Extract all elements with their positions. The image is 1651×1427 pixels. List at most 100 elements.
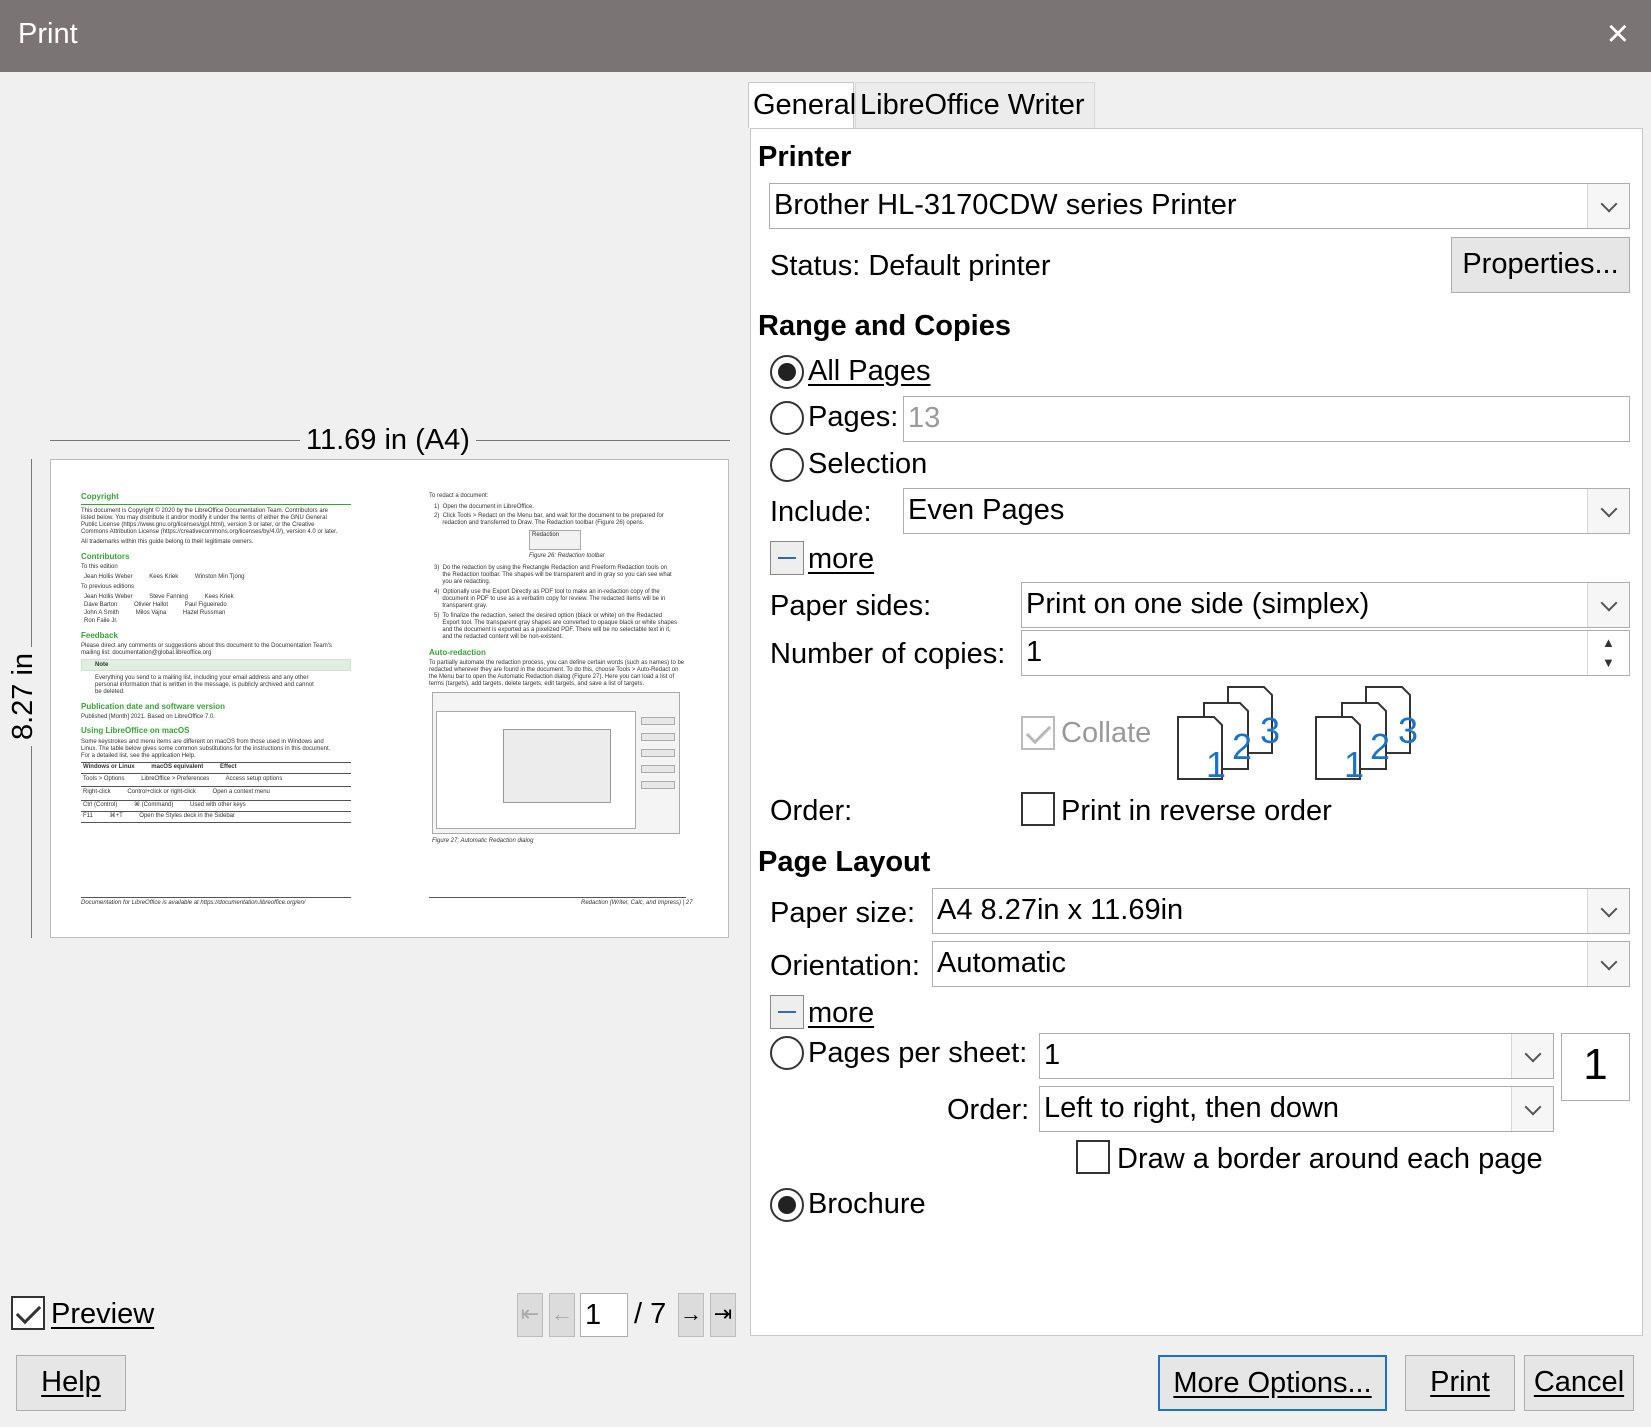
preview-text: Jean Hollis Weber Steve Fanning Kees Kri… xyxy=(84,594,234,600)
print-button[interactable]: Print xyxy=(1405,1355,1515,1411)
reverse-order-checkbox[interactable] xyxy=(1021,792,1055,826)
pages-per-sheet-label[interactable]: Pages per sheet: xyxy=(808,1037,1027,1070)
copies-spin-buttons[interactable]: ▲ ▼ xyxy=(1587,631,1629,675)
dialog-button-image xyxy=(641,781,675,789)
preview-text: and the redacted content will be non-exi… xyxy=(434,634,564,640)
paper-size-select[interactable]: A4 8.27in x 11.69in xyxy=(932,888,1630,934)
more-options-button[interactable]: More Options... xyxy=(1158,1355,1387,1411)
next-page-icon[interactable]: → xyxy=(678,1293,704,1337)
collate-digit: 3 xyxy=(1260,710,1280,751)
preview-text: redacted wherever they are found in the … xyxy=(429,667,679,673)
copies-input[interactable]: 1 ▲ ▼ xyxy=(1021,630,1630,676)
paper-sides-value: Print on one side (simplex) xyxy=(1026,588,1370,620)
divider xyxy=(81,773,351,774)
orientation-value: Automatic xyxy=(937,947,1066,979)
preview-text: redaction and transferred to Draw. The R… xyxy=(434,520,645,526)
range-more-label[interactable]: more xyxy=(808,543,874,576)
page-number-input[interactable]: 1 xyxy=(580,1293,628,1337)
preview-checkbox-label[interactable]: Preview xyxy=(51,1298,154,1331)
preview-text: This document is Copyright © 2020 by the… xyxy=(81,508,328,514)
add-target-image xyxy=(503,729,611,803)
help-button[interactable]: Help xyxy=(16,1355,126,1411)
preview-text: Linux. The table below gives some common… xyxy=(81,746,331,752)
preview-checkbox[interactable] xyxy=(11,1296,45,1330)
chevron-down-icon xyxy=(1587,184,1629,228)
orientation-select[interactable]: Automatic xyxy=(932,941,1630,987)
preview-text: Public License (https://www.gnu.org/lice… xyxy=(81,522,315,528)
range-section-heading: Range and Copies xyxy=(758,310,1011,342)
layout-more-label[interactable]: more xyxy=(808,997,874,1030)
divider xyxy=(81,897,351,898)
reverse-order-label[interactable]: Print in reverse order xyxy=(1061,795,1332,828)
preview-width-label: 11.69 in (A4) xyxy=(300,424,476,457)
chevron-down-icon xyxy=(1587,489,1629,533)
brochure-label[interactable]: Brochure xyxy=(808,1188,926,1221)
all-pages-radio[interactable] xyxy=(770,355,804,389)
preview-text: Right-click Control+click or right-click… xyxy=(83,789,270,795)
pages-input[interactable]: 13 xyxy=(903,396,1630,442)
last-page-icon[interactable]: ⇥ xyxy=(710,1293,736,1337)
preview-text: Published [Month] 2021. Based on LibreOf… xyxy=(81,714,215,720)
first-page-icon[interactable]: ⇤ xyxy=(517,1293,543,1337)
collate-checkbox[interactable] xyxy=(1021,716,1055,750)
divider xyxy=(81,822,351,823)
preview-caption: Figure 26: Redaction toolbar xyxy=(529,553,605,559)
page-preview: Copyright This document is Copyright © 2… xyxy=(50,459,729,938)
include-label: Include: xyxy=(770,496,872,528)
collate-digit: 2 xyxy=(1232,726,1252,767)
dialog-button-image xyxy=(641,733,675,741)
preview-caption: Figure 27: Automatic Redaction dialog xyxy=(432,838,534,844)
page-total-label: / 7 xyxy=(634,1298,667,1330)
copies-label: Number of copies: xyxy=(770,638,1006,670)
printer-select[interactable]: Brother HL-3170CDW series Printer xyxy=(769,183,1630,229)
preview-text: Jean Hollis Weber Kees Kriek Winston Min… xyxy=(84,574,245,580)
tab-general[interactable]: General xyxy=(748,82,856,128)
close-icon[interactable]: × xyxy=(1607,14,1629,54)
all-pages-label[interactable]: All Pages xyxy=(808,355,931,388)
layout-more-expander-icon[interactable] xyxy=(770,995,804,1029)
orientation-label: Orientation: xyxy=(770,950,920,982)
tab-libreoffice-writer[interactable]: LibreOffice Writer xyxy=(855,82,1095,128)
divider xyxy=(81,811,351,812)
pages-radio[interactable] xyxy=(770,401,804,435)
previous-page-icon[interactable]: ← xyxy=(549,1293,575,1337)
title-bar: Print × xyxy=(0,0,1651,72)
preview-text: To this edition xyxy=(81,564,118,570)
collate-digit: 1 xyxy=(1344,744,1364,781)
preview-heading: Publication date and software version xyxy=(81,702,226,711)
page-layout-section-heading: Page Layout xyxy=(758,846,931,878)
draw-border-label[interactable]: Draw a border around each page xyxy=(1117,1143,1543,1176)
preview-text: the Menu bar to open the Automatic Redac… xyxy=(429,674,675,680)
pages-label[interactable]: Pages: xyxy=(808,401,898,434)
preview-text: Tools > Options LibreOffice > Preference… xyxy=(83,776,283,782)
properties-button[interactable]: Properties... xyxy=(1451,237,1630,293)
selection-radio[interactable] xyxy=(770,448,804,482)
pages-per-sheet-radio[interactable] xyxy=(770,1036,804,1070)
selection-label[interactable]: Selection xyxy=(808,448,927,481)
draw-border-checkbox[interactable] xyxy=(1076,1140,1110,1174)
preview-text: Ron Faile Jr. xyxy=(84,618,118,624)
chevron-down-icon xyxy=(1511,1034,1553,1078)
spin-down-icon[interactable]: ▼ xyxy=(1602,655,1615,670)
layout-order-value: Left to right, then down xyxy=(1044,1092,1340,1124)
collate-digit: 1 xyxy=(1206,744,1226,781)
preview-text: To redact a document: xyxy=(429,493,489,499)
range-more-expander-icon[interactable] xyxy=(770,541,804,575)
include-select[interactable]: Even Pages xyxy=(903,488,1630,534)
paper-sides-select[interactable]: Print on one side (simplex) xyxy=(1021,582,1630,628)
divider xyxy=(81,762,351,763)
preview-heading: Contributors xyxy=(81,552,130,561)
preview-text: and the document is exported as a pixeli… xyxy=(434,627,671,633)
pages-per-sheet-select[interactable]: 1 xyxy=(1039,1033,1554,1079)
preview-text: All trademarks within this guide belong … xyxy=(81,539,254,545)
preview-text: To previous editions xyxy=(81,584,135,590)
brochure-radio[interactable] xyxy=(770,1188,804,1222)
order-label: Order: xyxy=(770,795,853,827)
preview-text: be deleted. xyxy=(95,689,125,695)
preview-text: 1) Open the document in LibreOffice. xyxy=(434,504,534,510)
preview-text: For a detailed list, see the application… xyxy=(81,753,196,759)
cancel-button[interactable]: Cancel xyxy=(1524,1355,1634,1411)
paper-size-value: A4 8.27in x 11.69in xyxy=(937,894,1184,926)
spin-up-icon[interactable]: ▲ xyxy=(1602,635,1615,650)
layout-order-select[interactable]: Left to right, then down xyxy=(1039,1086,1554,1132)
